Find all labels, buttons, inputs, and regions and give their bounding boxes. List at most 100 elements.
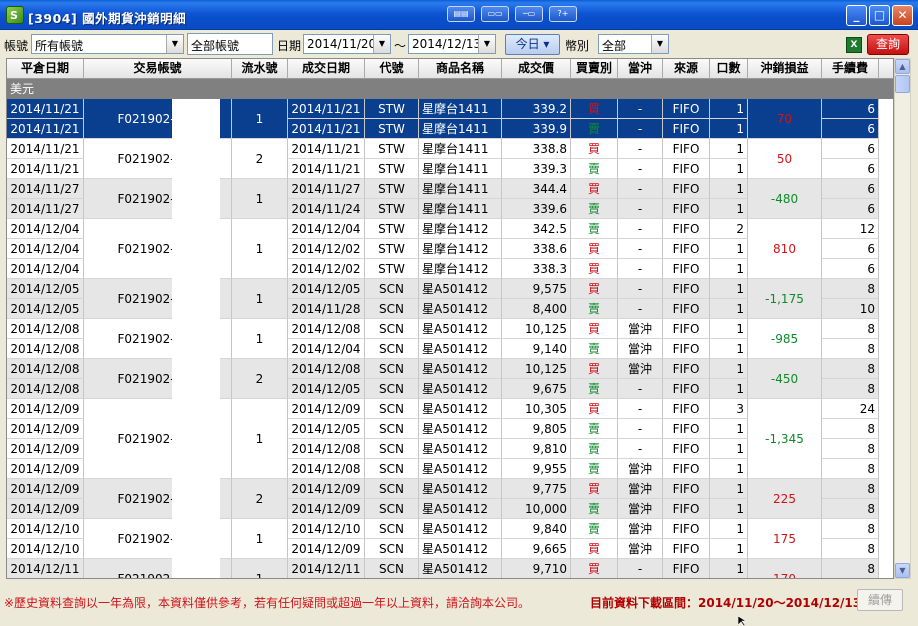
fee-cell: 8 <box>822 339 879 359</box>
price-cell: 339.2 <box>502 99 571 119</box>
price-cell: 342.5 <box>502 219 571 239</box>
code-cell: STW <box>365 99 419 119</box>
column-header[interactable]: 手續費 <box>822 59 879 79</box>
offset-group[interactable]: 2014/11/27 2014/11/27 STW 星摩台1411 344.4 買 - FIF… <box>7 179 893 219</box>
daytrade-cell: 當沖 <box>618 539 663 559</box>
column-header[interactable]: 沖銷損益 <box>748 59 822 79</box>
column-header[interactable]: 平倉日期 <box>7 59 84 79</box>
today-button[interactable]: 今日 ▾ <box>505 34 560 55</box>
offset-group[interactable]: 2014/12/04 2014/12/04 STW 星摩台1412 342.5 賣 - FIF… <box>7 219 893 279</box>
date-from-picker[interactable]: 2014/11/20 ▼ <box>303 34 391 54</box>
fee-cell: 24 <box>822 399 879 419</box>
excel-export-icon[interactable]: X <box>846 37 862 53</box>
vertical-scrollbar[interactable]: ▲ ▼ <box>894 58 911 579</box>
side-cell: 賣 <box>571 199 618 219</box>
offset-group[interactable]: 2014/12/08 2014/12/08 SCN 星A501412 10,125 買當沖… <box>7 319 893 359</box>
currency-select-value: 全部 <box>602 39 627 53</box>
column-header[interactable]: 來源 <box>663 59 710 79</box>
offset-group[interactable]: 2014/11/21 2014/11/21 STW 星摩台1411 339.2 買 - FIF… <box>7 99 893 139</box>
column-header[interactable]: 代號 <box>365 59 419 79</box>
maximize-icon[interactable]: □ <box>869 5 890 26</box>
query-button[interactable]: 查詢 <box>867 34 909 55</box>
window-icon-3[interactable]: ─▭ <box>515 6 543 22</box>
scroll-up-icon[interactable]: ▲ <box>895 59 910 74</box>
date-range-separator: ～ <box>394 39 407 53</box>
close-date-cell: 2014/12/09 <box>7 479 84 499</box>
window-icon-2[interactable]: ▭▭ <box>481 6 509 22</box>
currency-group-row: 美元 <box>7 79 893 99</box>
offset-group[interactable]: 2014/12/11 2014/12/11 SCN 星A501412 9,710 買 - FI… <box>7 559 893 578</box>
offset-group[interactable]: 2014/12/09 2014/12/09 SCN 星A501412 9,775 買當沖 F… <box>7 479 893 519</box>
serial-cell: 1 <box>232 279 288 319</box>
product-cell: 星摩台1411 <box>419 179 502 199</box>
code-cell: STW <box>365 199 419 219</box>
date-label: 日期 <box>277 39 302 53</box>
window-icon-4[interactable]: ?+ <box>549 6 577 22</box>
scroll-down-icon[interactable]: ▼ <box>895 563 910 578</box>
daytrade-cell: - <box>618 399 663 419</box>
redaction-mask <box>172 319 220 359</box>
product-cell: 星摩台1411 <box>419 139 502 159</box>
column-header[interactable]: 買賣別 <box>571 59 618 79</box>
chevron-down-icon[interactable]: ▼ <box>651 35 668 53</box>
redaction-mask <box>172 139 220 179</box>
chevron-down-icon[interactable]: ▼ <box>166 35 183 53</box>
date-to-picker[interactable]: 2014/12/13 ▼ <box>408 34 496 54</box>
lots-cell: 1 <box>710 299 748 319</box>
product-cell: 星摩台1412 <box>419 219 502 239</box>
redaction-mask <box>172 179 220 219</box>
price-cell: 9,575 <box>502 279 571 299</box>
window-icon-1[interactable]: ▤▤ <box>447 6 475 22</box>
minimize-icon[interactable]: _ <box>846 5 867 26</box>
price-cell: 9,140 <box>502 339 571 359</box>
column-header[interactable]: 成交價 <box>502 59 571 79</box>
column-header[interactable]: 流水號 <box>232 59 288 79</box>
trade-date-cell: 2014/12/10 <box>288 519 365 539</box>
lots-cell: 1 <box>710 99 748 119</box>
product-cell: 星A501412 <box>419 539 502 559</box>
trade-date-cell: 2014/12/08 <box>288 459 365 479</box>
side-cell: 賣 <box>571 519 618 539</box>
trade-date-cell: 2014/11/24 <box>288 199 365 219</box>
column-header[interactable]: 成交日期 <box>288 59 365 79</box>
column-header[interactable]: 口數 <box>710 59 748 79</box>
offset-group[interactable]: 2014/12/05 2014/12/05 SCN 星A501412 9,575 買 - FI… <box>7 279 893 319</box>
all-accounts-field[interactable]: 全部帳號 <box>187 33 273 55</box>
chevron-down-icon[interactable]: ▼ <box>373 35 390 53</box>
column-header[interactable]: 交易帳號 <box>84 59 232 79</box>
offset-group[interactable]: 2014/12/09 2014/12/09 SCN 星A501412 10,305 買 - F… <box>7 399 893 479</box>
column-header[interactable]: 商品名稱 <box>419 59 502 79</box>
column-header[interactable]: 當沖 <box>618 59 663 79</box>
lots-cell: 1 <box>710 479 748 499</box>
close-date-cell: 2014/12/09 <box>7 419 84 439</box>
chevron-down-icon[interactable]: ▼ <box>478 35 495 53</box>
code-cell: SCN <box>365 459 419 479</box>
source-cell: FIFO <box>663 219 710 239</box>
product-cell: 星摩台1411 <box>419 119 502 139</box>
code-cell: STW <box>365 179 419 199</box>
source-cell: FIFO <box>663 179 710 199</box>
offset-group[interactable]: 2014/12/10 2014/12/10 SCN 星A501412 9,840 賣當沖 F… <box>7 519 893 559</box>
source-cell: FIFO <box>663 459 710 479</box>
account-select[interactable]: 所有帳號 ▼ <box>31 34 184 54</box>
daytrade-cell: - <box>618 259 663 279</box>
side-cell: 買 <box>571 319 618 339</box>
close-icon[interactable]: ✕ <box>892 5 913 26</box>
serial-cell: 1 <box>232 219 288 279</box>
source-cell: FIFO <box>663 339 710 359</box>
close-date-cell: 2014/12/08 <box>7 319 84 339</box>
scroll-thumb[interactable] <box>895 75 910 93</box>
offset-group[interactable]: 2014/12/08 2014/12/08 SCN 星A501412 10,125 買當沖… <box>7 359 893 399</box>
continue-button[interactable]: 續傳 <box>857 589 903 611</box>
price-cell: 339.6 <box>502 199 571 219</box>
offset-group[interactable]: 2014/11/21 2014/11/21 STW 星摩台1411 338.8 買 - FIF… <box>7 139 893 179</box>
side-cell: 買 <box>571 179 618 199</box>
daytrade-cell: 當沖 <box>618 339 663 359</box>
redaction-mask <box>172 559 220 578</box>
lots-cell: 1 <box>710 279 748 299</box>
trade-date-cell: 2014/12/04 <box>288 219 365 239</box>
fee-cell: 6 <box>822 259 879 279</box>
fee-cell: 6 <box>822 199 879 219</box>
fee-cell: 6 <box>822 179 879 199</box>
currency-select[interactable]: 全部 ▼ <box>598 34 669 54</box>
